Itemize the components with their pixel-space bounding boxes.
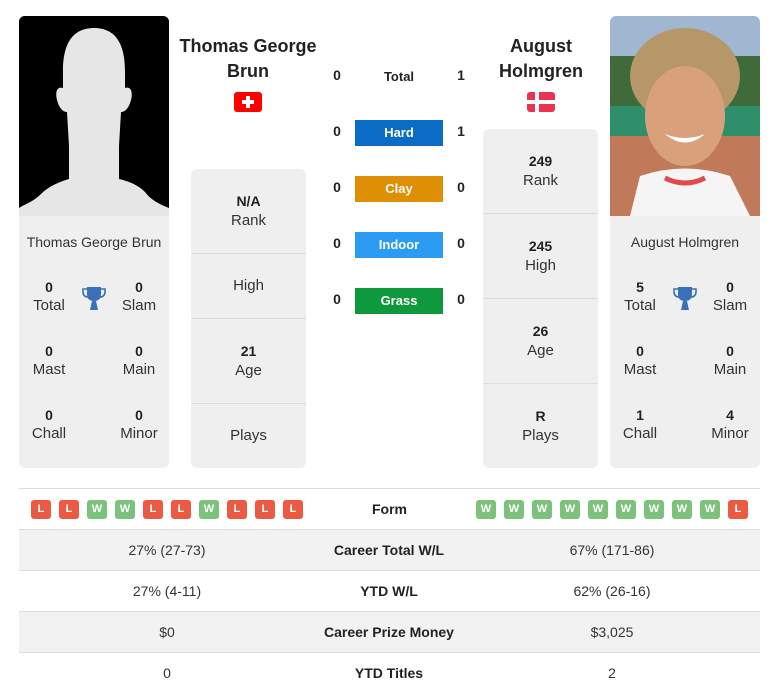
h2h-indoor-right: 0 xyxy=(457,235,465,251)
player-left-card-name: Thomas George Brun xyxy=(26,234,162,250)
player-right-photo xyxy=(610,16,760,216)
h2h-hard-right: 1 xyxy=(457,123,465,139)
form-badge-win: W xyxy=(476,500,496,519)
silhouette-icon xyxy=(19,16,169,216)
form-badge-loss: L xyxy=(728,500,748,519)
form-badge-win: W xyxy=(115,500,135,519)
form-label: Form xyxy=(372,501,407,517)
form-badge-win: W xyxy=(616,500,636,519)
h2h-total-left: 0 xyxy=(333,67,341,83)
trophy-icon xyxy=(82,286,106,312)
form-row: LLWWLLWLLL Form WWWWWWWWWL xyxy=(19,490,760,529)
form-badge-win: W xyxy=(644,500,664,519)
form-badge-loss: L xyxy=(143,500,163,519)
h2h-grass-left: 0 xyxy=(333,291,341,307)
h2h-total-label: Total xyxy=(383,69,415,84)
h2h-total-right: 1 xyxy=(457,67,465,83)
titles-minor: 4 Minor xyxy=(711,407,749,442)
age-row: 21 Age xyxy=(191,319,306,404)
titles-main: 0 Main xyxy=(122,343,156,378)
player-photo-icon xyxy=(610,16,760,216)
switzerland-flag-icon xyxy=(234,92,262,112)
h2h-hard-left: 0 xyxy=(333,123,341,139)
player-left-photo xyxy=(19,16,169,216)
stat-row-career-total-wl: 27% (27-73) Career Total W/L 67% (171-86… xyxy=(19,530,760,571)
titles-minor: 0 Minor xyxy=(120,407,158,442)
plays-row: Plays xyxy=(230,427,267,444)
titles-total: 5 Total xyxy=(624,279,656,314)
form-badge-win: W xyxy=(588,500,608,519)
rank-row: 249 Rank xyxy=(483,129,598,214)
stat-row-career-prize-money: $0 Career Prize Money $3,025 xyxy=(19,612,760,653)
player-right-name[interactable]: August Holmgren xyxy=(466,34,616,84)
divider xyxy=(19,488,760,489)
surface-indoor-button[interactable]: Indoor xyxy=(355,232,443,258)
h2h-indoor-left: 0 xyxy=(333,235,341,251)
age-row: 26 Age xyxy=(483,299,598,384)
player-left-ranking-card: N/A Rank High 21 Age Plays xyxy=(191,169,306,468)
player-right-card-name: August Holmgren xyxy=(630,234,740,250)
player-left-name[interactable]: Thomas George Brun xyxy=(173,34,323,84)
form-badge-win: W xyxy=(672,500,692,519)
trophy-icon xyxy=(673,286,697,312)
form-badge-win: W xyxy=(87,500,107,519)
surface-grass-button[interactable]: Grass xyxy=(355,288,443,314)
form-badge-win: W xyxy=(199,500,219,519)
player-left-titles-card: Thomas George Brun 0 Total 0 Slam 0 Mast… xyxy=(19,216,169,468)
rank-row: N/A Rank xyxy=(191,169,306,254)
titles-mast: 0 Mast xyxy=(623,343,657,378)
form-badge-win: W xyxy=(560,500,580,519)
form-badge-loss: L xyxy=(255,500,275,519)
form-badge-loss: L xyxy=(171,500,191,519)
h2h-clay-right: 0 xyxy=(457,179,465,195)
surface-hard-button[interactable]: Hard xyxy=(355,120,443,146)
stat-row-ytd-titles: 0 YTD Titles 2 xyxy=(163,665,616,681)
form-badge-loss: L xyxy=(283,500,303,519)
titles-slam: 0 Slam xyxy=(121,279,157,314)
titles-chall: 0 Chall xyxy=(31,407,67,442)
titles-total: 0 Total xyxy=(33,279,65,314)
h2h-clay-left: 0 xyxy=(333,179,341,195)
denmark-flag-icon xyxy=(527,92,555,112)
stat-row-ytd-wl: 27% (4-11) YTD W/L 62% (26-16) xyxy=(132,583,651,599)
form-badge-win: W xyxy=(700,500,720,519)
form-badge-win: W xyxy=(532,500,552,519)
titles-main: 0 Main xyxy=(713,343,747,378)
player-right-titles-card: August Holmgren 5 Total 0 Slam 0 Mast 0 … xyxy=(610,216,760,468)
titles-slam: 0 Slam xyxy=(712,279,748,314)
form-badge-loss: L xyxy=(227,500,247,519)
surface-clay-button[interactable]: Clay xyxy=(355,176,443,202)
h2h-grass-right: 0 xyxy=(457,291,465,307)
form-badge-win: W xyxy=(504,500,524,519)
plays-row: R Plays xyxy=(522,408,559,444)
player-right-ranking-card: 249 Rank 245 High 26 Age R Plays xyxy=(483,129,598,468)
form-badge-loss: L xyxy=(31,500,51,519)
high-row: 245 High xyxy=(483,214,598,299)
titles-mast: 0 Mast xyxy=(32,343,66,378)
form-badge-loss: L xyxy=(59,500,79,519)
high-row: High xyxy=(191,254,306,319)
titles-chall: 1 Chall xyxy=(622,407,658,442)
